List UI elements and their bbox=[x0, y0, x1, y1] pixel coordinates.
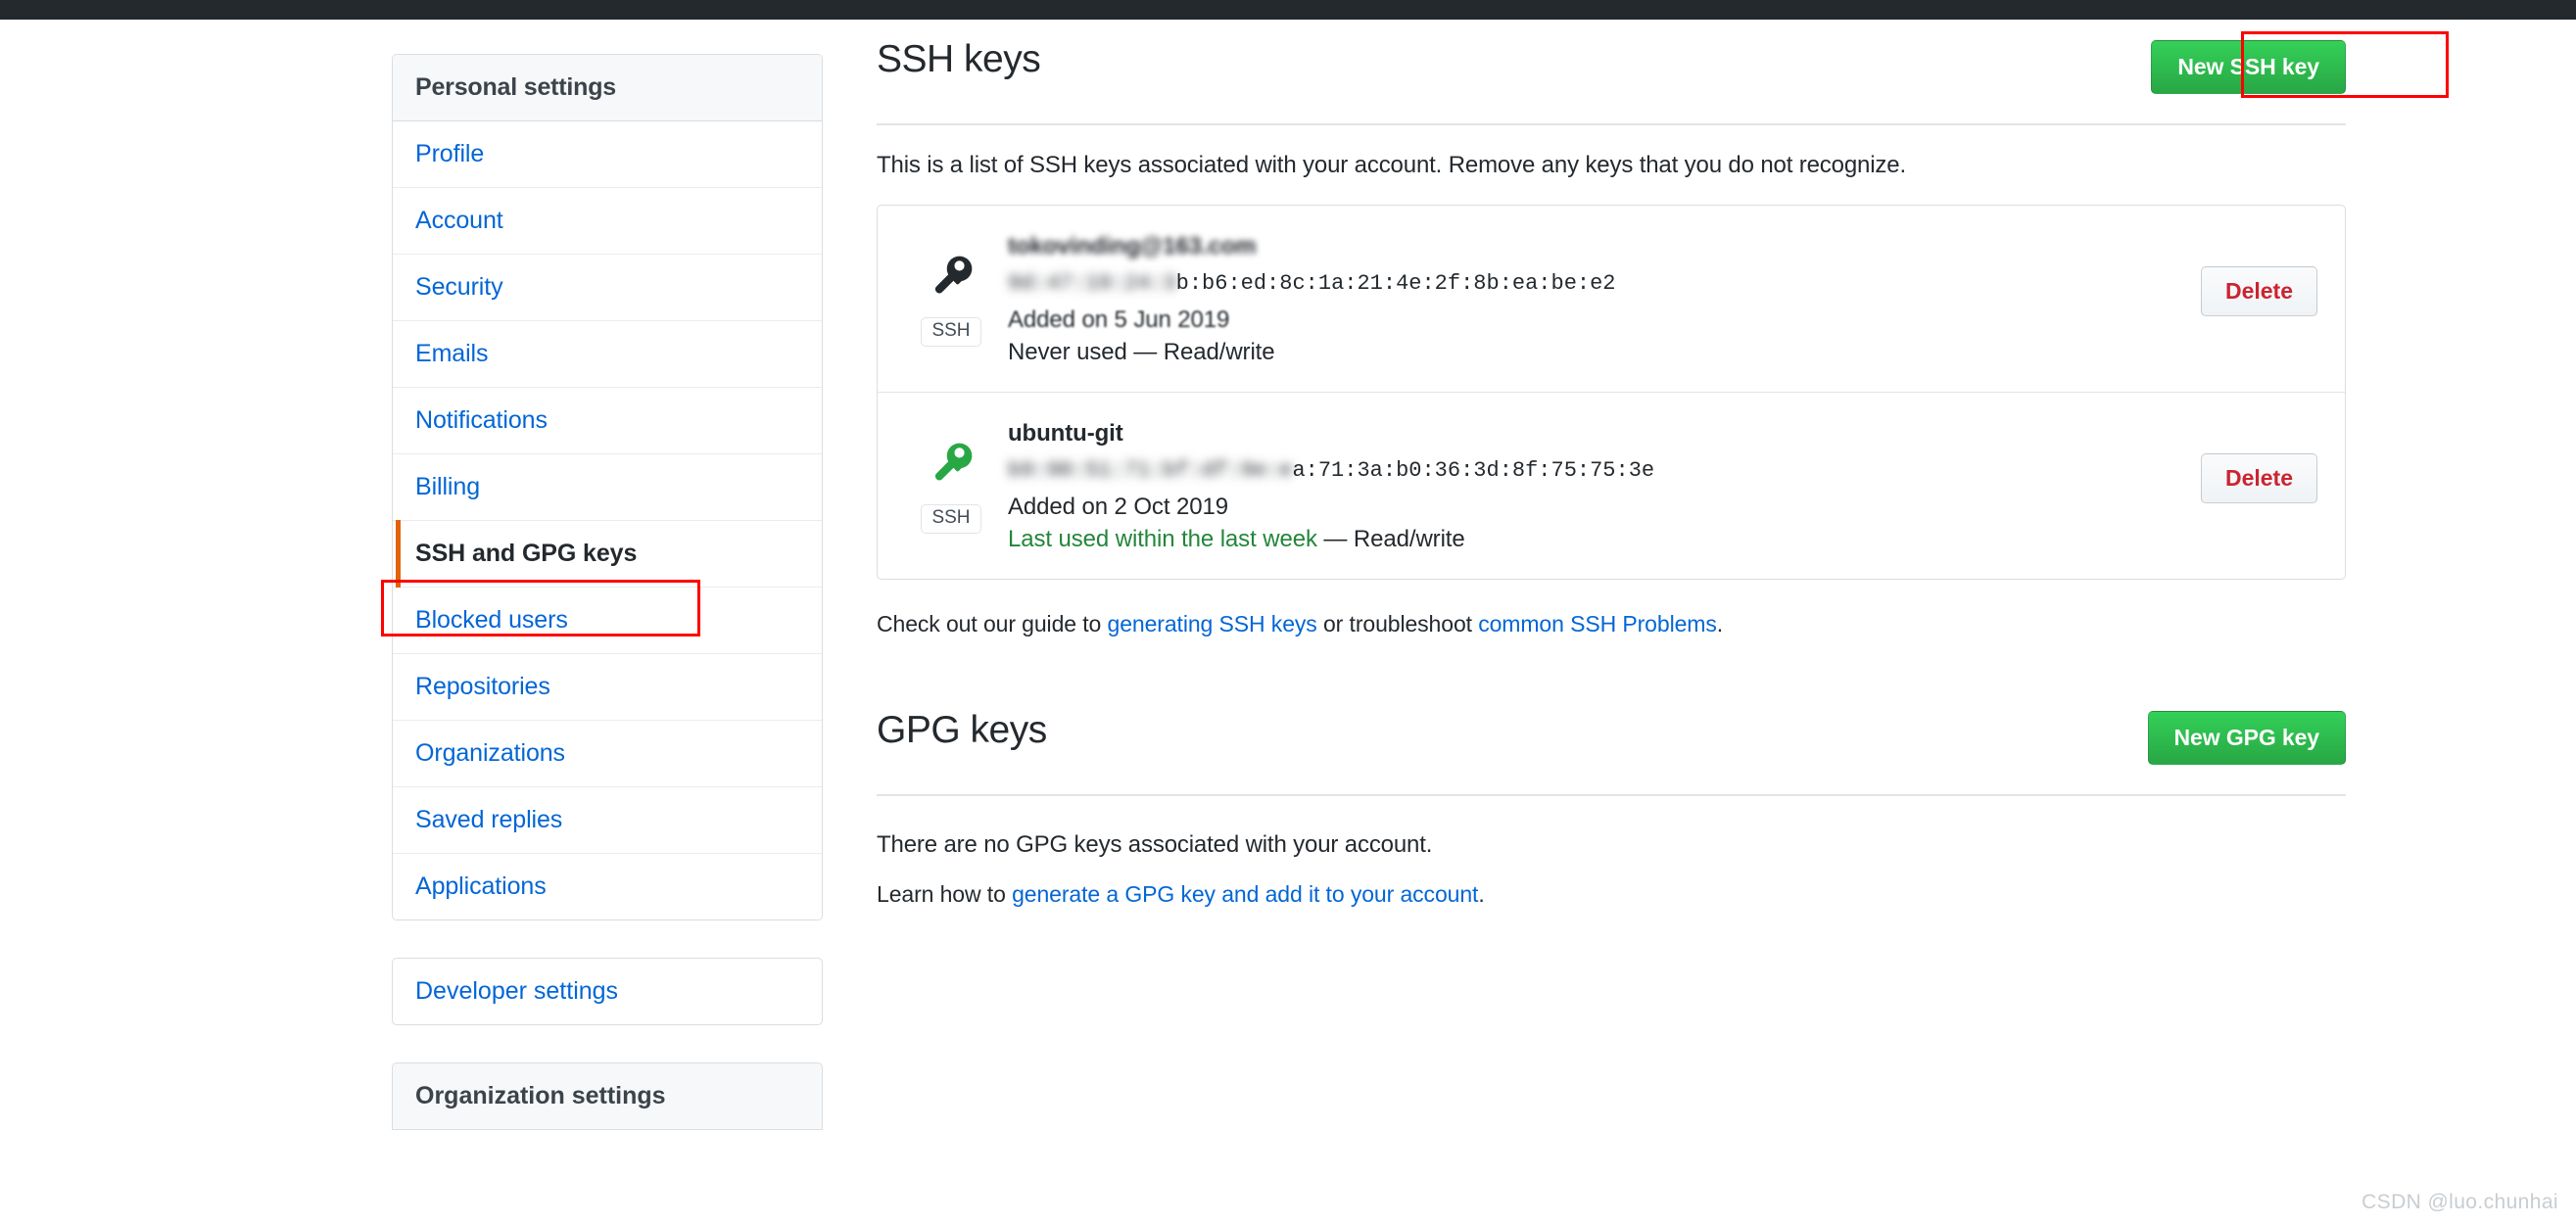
sidebar-item-label: Saved replies bbox=[415, 806, 563, 833]
sidebar-item-label: SSH and GPG keys bbox=[415, 540, 638, 567]
new-gpg-key-button[interactable]: New GPG key bbox=[2147, 711, 2346, 765]
key-permission: Read/write bbox=[1163, 339, 1275, 365]
key-added-date: Added on 5 Jun 2019 bbox=[1008, 306, 1230, 333]
key-details: ubuntu-git b9:90:51:71:bf:df:9e:ea:71:3a… bbox=[1008, 418, 2317, 553]
sidebar-item-account[interactable]: Account bbox=[393, 188, 822, 255]
new-ssh-key-button[interactable]: New SSH key bbox=[2151, 40, 2346, 94]
guide-suffix: . bbox=[1716, 611, 1724, 637]
gpg-empty-message: There are no GPG keys associated with yo… bbox=[877, 831, 1433, 858]
key-title-text: ubuntu-git bbox=[1008, 420, 1123, 447]
key-icon-group: SSH bbox=[917, 436, 985, 534]
sidebar-item-label: Emails bbox=[415, 340, 489, 367]
table-row: SSH ubuntu-git b9:90:51:71:bf:df:9e:ea:7… bbox=[878, 393, 2345, 579]
watermark: CSDN @luo.chunhai bbox=[2361, 1191, 2558, 1213]
key-added-date: Added on 2 Oct 2019 bbox=[1008, 494, 1228, 520]
delete-key-button[interactable]: Delete bbox=[2200, 453, 2317, 503]
main-content: SSH keys New SSH key This is a list of S… bbox=[877, 37, 2346, 908]
personal-settings-nav-group: Personal settings Profile Account Securi… bbox=[392, 54, 823, 920]
organization-settings-header: Organization settings bbox=[392, 1062, 823, 1130]
key-title: tokovinding@163.com bbox=[1008, 233, 2317, 265]
key-fingerprint-tail: a:71:3a:b0:36:3d:8f:75:75:3e bbox=[1292, 458, 1655, 483]
key-icon bbox=[934, 443, 973, 481]
sidebar-item-blocked-users[interactable]: Blocked users bbox=[393, 588, 822, 654]
gpg-keys-section-header: GPG keys New GPG key bbox=[877, 708, 2346, 788]
ssh-keys-list: SSH tokovinding@163.com 9d:47:19:24:3b:b… bbox=[877, 205, 2346, 580]
key-last-used: Never used bbox=[1008, 339, 1127, 365]
generate-gpg-key-link[interactable]: generate a GPG key and add it to your ac… bbox=[1012, 881, 1478, 907]
sidebar-item-label: Organizations bbox=[415, 739, 565, 767]
sidebar-item-developer-settings[interactable]: Developer settings bbox=[392, 958, 823, 1025]
guide-middle: or troubleshoot bbox=[1316, 611, 1479, 637]
key-title-text: tokovinding@163.com bbox=[1008, 233, 1257, 259]
key-usage-status: Last used within the last week — Read/wr… bbox=[1008, 526, 2317, 553]
key-last-used: Last used within the last week bbox=[1008, 526, 1317, 552]
key-fingerprint: 9d:47:19:24:3b:b6:ed:8c:1a:21:4e:2f:8b:e… bbox=[1008, 271, 2317, 302]
key-permission: Read/write bbox=[1353, 526, 1465, 552]
sidebar-item-security[interactable]: Security bbox=[393, 255, 822, 321]
sidebar-item-billing[interactable]: Billing bbox=[393, 454, 822, 521]
sidebar-item-label: Account bbox=[415, 207, 503, 234]
settings-sidebar: Personal settings Profile Account Securi… bbox=[392, 54, 823, 1130]
global-header-bar bbox=[0, 0, 2576, 20]
ssh-keys-section-header: SSH keys New SSH key bbox=[877, 37, 2346, 118]
guide-prefix: Check out our guide to bbox=[877, 611, 1108, 637]
key-fingerprint: b9:90:51:71:bf:df:9e:ea:71:3a:b0:36:3d:8… bbox=[1008, 458, 2317, 489]
common-ssh-problems-link[interactable]: common SSH Problems bbox=[1478, 611, 1717, 637]
sidebar-item-label: Repositories bbox=[415, 673, 550, 700]
sidebar-item-profile[interactable]: Profile bbox=[393, 121, 822, 188]
key-details: tokovinding@163.com 9d:47:19:24:3b:b6:ed… bbox=[1008, 231, 2317, 366]
sidebar-item-label: Profile bbox=[415, 140, 485, 167]
delete-key-button[interactable]: Delete bbox=[2200, 266, 2317, 316]
sidebar-item-notifications[interactable]: Notifications bbox=[393, 388, 822, 454]
learn-prefix: Learn how to bbox=[877, 881, 1013, 907]
key-type-badge: SSH bbox=[921, 504, 981, 534]
sidebar-item-label: Developer settings bbox=[415, 977, 619, 1005]
sidebar-item-label: Blocked users bbox=[415, 606, 568, 634]
sidebar-item-label: Security bbox=[415, 273, 503, 301]
sidebar-item-label: Applications bbox=[415, 872, 547, 900]
sidebar-item-emails[interactable]: Emails bbox=[393, 321, 822, 388]
sidebar-item-label: Billing bbox=[415, 473, 480, 500]
key-usage-status: Never used — Read/write bbox=[1008, 339, 2317, 366]
key-icon bbox=[934, 256, 973, 294]
sidebar-item-repositories[interactable]: Repositories bbox=[393, 654, 822, 721]
key-fingerprint-head: b9:90:51:71:bf:df:9e:e bbox=[1008, 458, 1293, 483]
sidebar-item-saved-replies[interactable]: Saved replies bbox=[393, 787, 822, 854]
key-title: ubuntu-git bbox=[1008, 420, 2317, 452]
ssh-keys-description: This is a list of SSH keys associated wi… bbox=[877, 152, 1906, 178]
sidebar-item-applications[interactable]: Applications bbox=[393, 854, 822, 920]
gpg-section-divider bbox=[877, 794, 2346, 796]
key-fingerprint-tail: b:b6:ed:8c:1a:21:4e:2f:8b:ea:be:e2 bbox=[1175, 271, 1616, 296]
sidebar-item-label: Notifications bbox=[415, 406, 548, 434]
gpg-keys-section: GPG keys New GPG key There are no GPG ke… bbox=[877, 708, 2346, 908]
key-usage-separator: — bbox=[1316, 526, 1354, 552]
sidebar-item-organizations[interactable]: Organizations bbox=[393, 721, 822, 787]
page-title: SSH keys bbox=[877, 38, 1041, 80]
ssh-section-divider bbox=[877, 123, 2346, 125]
gpg-section-title: GPG keys bbox=[877, 709, 1047, 751]
generating-ssh-keys-link[interactable]: generating SSH keys bbox=[1108, 611, 1317, 637]
learn-suffix: . bbox=[1478, 881, 1485, 907]
personal-settings-header: Personal settings bbox=[393, 55, 822, 121]
sidebar-item-ssh-and-gpg-keys[interactable]: SSH and GPG keys bbox=[393, 520, 822, 588]
table-row: SSH tokovinding@163.com 9d:47:19:24:3b:b… bbox=[878, 206, 2345, 393]
ssh-guide-text: Check out our guide to generating SSH ke… bbox=[877, 611, 2346, 637]
key-usage-separator: — bbox=[1126, 339, 1164, 365]
key-fingerprint-head: 9d:47:19:24:3 bbox=[1008, 271, 1176, 296]
gpg-learn-text: Learn how to generate a GPG key and add … bbox=[877, 881, 2346, 908]
key-icon-group: SSH bbox=[917, 249, 985, 347]
key-type-badge: SSH bbox=[921, 317, 981, 347]
